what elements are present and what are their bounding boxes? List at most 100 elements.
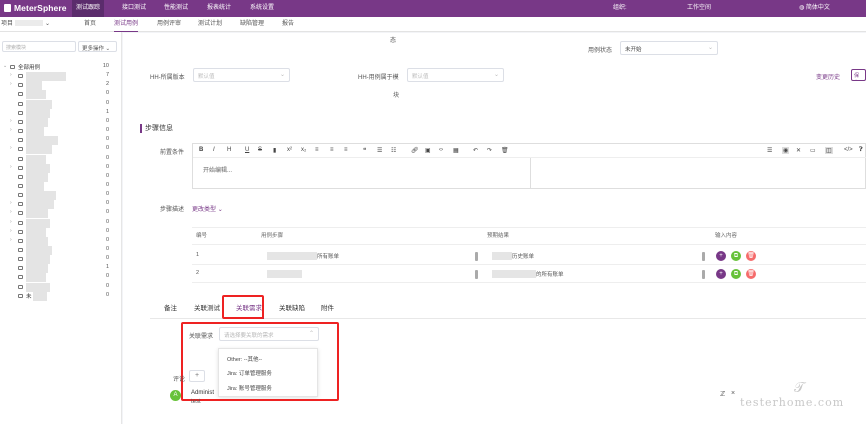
tree-node[interactable]: › 0 bbox=[0, 117, 122, 127]
workspace-switcher[interactable]: 工作空间 bbox=[687, 0, 711, 17]
tree-node[interactable]: › 0 bbox=[0, 145, 122, 155]
fullscreen-icon[interactable]: ✕ bbox=[796, 147, 801, 154]
tree-node[interactable]: › 0 bbox=[0, 236, 122, 246]
ordered-list-icon[interactable]: ☰ bbox=[377, 147, 382, 154]
tree-node[interactable]: 0 bbox=[0, 246, 122, 255]
tab-related-test[interactable]: 关联测试 bbox=[194, 299, 220, 319]
italic-icon[interactable]: I bbox=[213, 147, 215, 153]
bold-icon[interactable]: B bbox=[199, 147, 203, 153]
read-mode-icon[interactable]: ▭ bbox=[810, 147, 816, 154]
step-text-redacted[interactable] bbox=[267, 252, 317, 260]
expected-text-redacted[interactable] bbox=[492, 252, 512, 260]
add-step-button[interactable]: + bbox=[716, 269, 726, 279]
tree-node[interactable]: › 7 bbox=[0, 72, 122, 82]
project-switcher[interactable]: 项目 ⌄ bbox=[1, 17, 50, 32]
tree-node[interactable]: 0 bbox=[0, 191, 122, 201]
toc-icon[interactable]: ☰ bbox=[767, 147, 772, 154]
tab-remark[interactable]: 备注 bbox=[164, 299, 177, 319]
top-nav-track[interactable]: 测试跟踪 bbox=[72, 0, 105, 17]
copy-step-button[interactable]: ⧉ bbox=[731, 251, 741, 261]
tree-node[interactable]: 0 bbox=[0, 181, 122, 191]
image-icon[interactable]: ▣ bbox=[425, 147, 431, 154]
tree-node[interactable]: › 0 bbox=[0, 200, 122, 210]
tree-node[interactable]: › 2 bbox=[0, 81, 122, 91]
resize-handle[interactable] bbox=[702, 270, 705, 279]
align-right-icon[interactable]: ≡ bbox=[344, 147, 348, 153]
undo-icon[interactable]: ↶ bbox=[473, 147, 478, 154]
app-logo[interactable]: MeterSphere bbox=[4, 3, 67, 13]
save-button[interactable]: 保存 bbox=[851, 69, 866, 81]
tree-node[interactable]: 1 bbox=[0, 108, 122, 118]
tree-node[interactable]: 未0 bbox=[0, 291, 122, 301]
underline-icon[interactable]: U bbox=[245, 147, 249, 153]
expected-text[interactable]: 的所有账单 bbox=[536, 270, 564, 278]
editor-textarea[interactable]: 开始编辑... bbox=[193, 158, 531, 189]
tree-node[interactable]: › 0 bbox=[0, 227, 122, 237]
quote-icon[interactable]: ❝ bbox=[363, 147, 366, 154]
tree-node[interactable]: › 0 bbox=[0, 218, 122, 228]
tab-attachment[interactable]: 附件 bbox=[321, 299, 334, 319]
preview-toggle-icon[interactable]: ◉ bbox=[782, 147, 790, 154]
org-switcher[interactable]: 组织: bbox=[613, 0, 627, 17]
source-code-icon[interactable]: </> bbox=[844, 147, 853, 153]
strikethrough-icon[interactable]: S bbox=[258, 147, 262, 153]
tree-node[interactable]: › 0 bbox=[0, 163, 122, 173]
tree-node[interactable]: › 0 bbox=[0, 209, 122, 219]
more-actions-button[interactable]: 更多操作 ⌄ bbox=[78, 41, 117, 52]
sub-nav-reports[interactable]: 报告 bbox=[282, 17, 294, 32]
field-module-select[interactable]: 默认值 ⌄ bbox=[407, 68, 504, 82]
sub-nav-home[interactable]: 首页 bbox=[84, 17, 96, 32]
table-icon[interactable]: ▦ bbox=[453, 147, 459, 154]
top-nav-report[interactable]: 报表统计 bbox=[203, 0, 235, 17]
resize-handle[interactable] bbox=[702, 252, 705, 261]
step-text[interactable]: 所有账单 bbox=[317, 252, 339, 260]
trash-icon[interactable]: 🗑︎ bbox=[501, 147, 509, 154]
split-view-icon[interactable]: ◫ bbox=[825, 147, 833, 154]
sub-nav-review[interactable]: 用例评审 bbox=[157, 17, 181, 32]
copy-step-button[interactable]: ⧉ bbox=[731, 269, 741, 279]
tree-node[interactable]: 1 bbox=[0, 264, 122, 274]
redo-icon[interactable]: ↷ bbox=[487, 147, 492, 154]
link-icon[interactable]: 🔗︎ bbox=[411, 147, 419, 154]
language-switcher[interactable]: ◍ 简体中文 bbox=[799, 0, 830, 17]
unordered-list-icon[interactable]: ☷ bbox=[391, 147, 396, 154]
expected-text-redacted[interactable] bbox=[492, 270, 536, 278]
expected-text[interactable]: 历史账单 bbox=[512, 252, 534, 260]
tree-node[interactable]: 0 bbox=[0, 255, 122, 265]
tree-node[interactable]: 0 bbox=[0, 172, 122, 182]
tree-node[interactable]: 0 bbox=[0, 99, 122, 109]
change-history-link[interactable]: 变更历史 bbox=[816, 72, 840, 81]
tree-node[interactable]: › 0 bbox=[0, 127, 122, 137]
top-nav-settings[interactable]: 系统设置 bbox=[246, 0, 278, 17]
tree-node[interactable]: 0 bbox=[0, 154, 122, 164]
resize-handle[interactable] bbox=[475, 252, 478, 261]
top-nav-performance[interactable]: 性能测试 bbox=[160, 0, 192, 17]
comment-edit-icon[interactable]: ℤ bbox=[720, 390, 725, 398]
help-icon[interactable]: ❓︎ bbox=[859, 147, 863, 154]
add-comment-button[interactable]: + bbox=[189, 370, 205, 382]
tree-node[interactable]: ⌄ 全部用例 10 bbox=[0, 63, 122, 72]
top-nav-api[interactable]: 接口测试 bbox=[118, 0, 150, 17]
comment-delete-icon[interactable]: × bbox=[731, 390, 735, 397]
align-center-icon[interactable]: ≡ bbox=[330, 147, 334, 153]
step-text-redacted[interactable] bbox=[267, 270, 302, 278]
sub-nav-plan[interactable]: 测试计划 bbox=[198, 17, 222, 32]
tree-node[interactable]: 0 bbox=[0, 136, 122, 146]
superscript-icon[interactable]: x² bbox=[287, 147, 292, 153]
tree-node[interactable]: 0 bbox=[0, 282, 122, 292]
resize-handle[interactable] bbox=[475, 270, 478, 279]
delete-step-button[interactable]: 🗑︎ bbox=[746, 251, 756, 261]
tree-node[interactable]: 0 bbox=[0, 273, 122, 283]
mark-icon[interactable]: ▮ bbox=[273, 147, 276, 154]
code-icon[interactable]: ‹› bbox=[439, 147, 443, 153]
case-status-select[interactable]: 未开始 ⌄ bbox=[620, 41, 718, 55]
delete-step-button[interactable]: 🗑︎ bbox=[746, 269, 756, 279]
sub-nav-issues[interactable]: 缺陷管理 bbox=[240, 17, 264, 32]
tab-related-issue[interactable]: 关联缺陷 bbox=[279, 299, 305, 319]
align-left-icon[interactable]: ≡ bbox=[315, 147, 319, 153]
add-step-button[interactable]: + bbox=[716, 251, 726, 261]
change-type-dropdown[interactable]: 更改类型 ⌄ bbox=[192, 204, 223, 213]
tree-node[interactable]: 0 bbox=[0, 90, 122, 100]
module-search-input[interactable]: 搜索模块 bbox=[2, 41, 76, 52]
heading-icon[interactable]: H bbox=[227, 147, 231, 153]
